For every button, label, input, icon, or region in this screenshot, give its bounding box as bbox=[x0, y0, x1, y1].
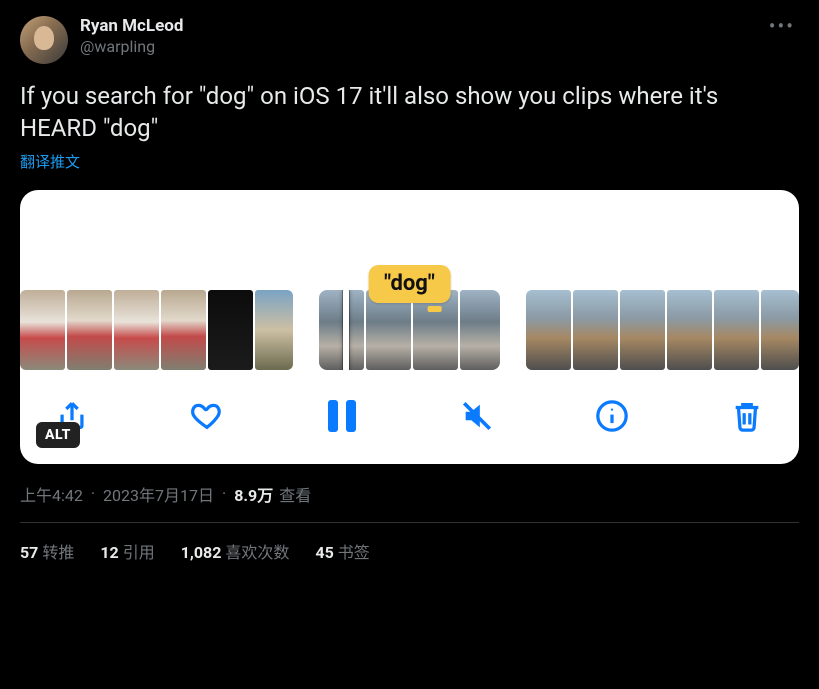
info-icon[interactable] bbox=[594, 398, 630, 434]
view-count: 8.9万 bbox=[234, 482, 273, 506]
tweet-time[interactable]: 上午4:42 bbox=[20, 482, 83, 506]
trash-icon[interactable] bbox=[729, 398, 765, 434]
pause-icon[interactable] bbox=[324, 398, 360, 434]
video-thumbnail bbox=[714, 290, 759, 370]
video-thumbnail bbox=[460, 290, 500, 370]
separator-dot bbox=[220, 484, 228, 503]
bookmarks-stat[interactable]: 45书签 bbox=[315, 539, 369, 563]
quotes-stat[interactable]: 12引用 bbox=[100, 539, 154, 563]
video-thumbnail bbox=[526, 290, 571, 370]
video-thumbnail bbox=[255, 290, 293, 370]
video-thumbnail bbox=[67, 290, 112, 370]
video-thumbnail bbox=[667, 290, 712, 370]
mute-icon[interactable] bbox=[459, 398, 495, 434]
tweet-header: Ryan McLeod @warpling ••• bbox=[20, 16, 799, 64]
media-toolbar bbox=[20, 376, 799, 464]
translate-link[interactable]: 翻译推文 bbox=[20, 151, 80, 172]
heart-icon[interactable] bbox=[189, 398, 225, 434]
video-thumbnail bbox=[161, 290, 206, 370]
user-handle: @warpling bbox=[80, 37, 183, 57]
retweets-stat[interactable]: 57转推 bbox=[20, 539, 74, 563]
view-label: 查看 bbox=[279, 482, 311, 506]
tweet-meta: 上午4:42 2023年7月17日 8.9万 查看 bbox=[20, 482, 799, 523]
avatar[interactable] bbox=[20, 16, 68, 64]
alt-badge[interactable]: ALT bbox=[36, 422, 80, 448]
tweet-container: Ryan McLeod @warpling ••• If you search … bbox=[0, 0, 819, 579]
scrubber-handle[interactable] bbox=[343, 290, 349, 370]
user-info[interactable]: Ryan McLeod @warpling bbox=[80, 16, 183, 57]
video-thumbnail bbox=[573, 290, 618, 370]
video-thumbnail bbox=[319, 290, 364, 370]
search-term-pill: "dog" bbox=[368, 265, 451, 303]
tweet-text: If you search for "dog" on iOS 17 it'll … bbox=[20, 80, 799, 145]
clip-group[interactable] bbox=[20, 290, 293, 370]
display-name: Ryan McLeod bbox=[80, 16, 183, 37]
video-thumbnail bbox=[208, 290, 253, 370]
likes-stat[interactable]: 1,082喜欢次数 bbox=[181, 539, 290, 563]
video-thumbnail bbox=[114, 290, 159, 370]
clip-group[interactable] bbox=[526, 290, 799, 370]
media-attachment[interactable]: "dog" bbox=[20, 190, 799, 464]
separator-dot bbox=[89, 484, 97, 503]
tweet-stats: 57转推 12引用 1,082喜欢次数 45书签 bbox=[20, 539, 799, 563]
more-options-button[interactable]: ••• bbox=[769, 14, 795, 38]
video-thumbnail bbox=[20, 290, 65, 370]
video-thumbnail bbox=[761, 290, 799, 370]
tweet-date[interactable]: 2023年7月17日 bbox=[103, 482, 214, 506]
video-thumbnail bbox=[620, 290, 665, 370]
